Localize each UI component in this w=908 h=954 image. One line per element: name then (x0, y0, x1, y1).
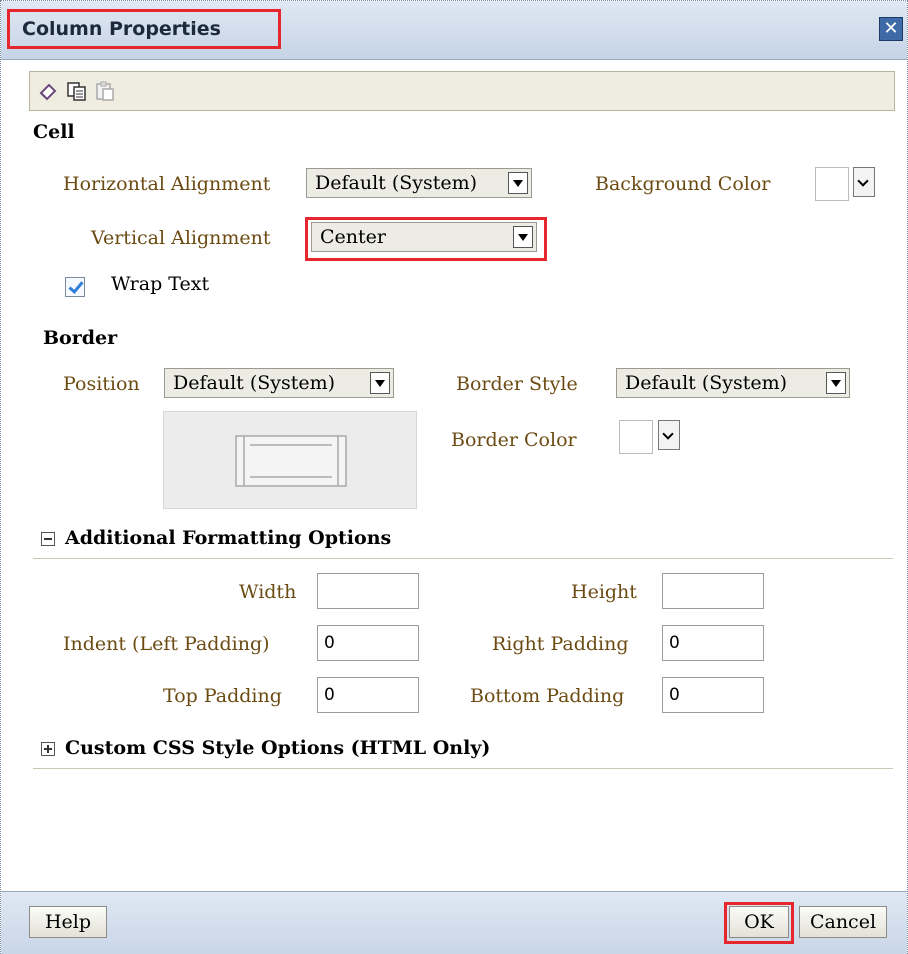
position-label: Position (63, 373, 140, 395)
horizontal-alignment-label: Horizontal Alignment (63, 173, 271, 195)
border-preview[interactable] (163, 411, 417, 509)
dialog-titlebar: Column Properties ✕ (1, 1, 907, 60)
close-icon[interactable]: ✕ (879, 17, 903, 41)
vertical-alignment-select[interactable]: Center (311, 222, 537, 252)
bottom-padding-label: Bottom Padding (470, 685, 625, 707)
dialog-footer: Help OK Cancel (1, 891, 907, 954)
column-properties-dialog: Column Properties ✕ Cell Horizontal Alig… (0, 0, 908, 954)
expand-icon[interactable] (41, 742, 55, 756)
wrap-text-label: Wrap Text (111, 273, 210, 295)
width-label: Width (239, 581, 297, 603)
background-color-dropdown[interactable] (853, 167, 875, 197)
vertical-alignment-value: Center (320, 226, 386, 248)
top-padding-label: Top Padding (163, 685, 282, 707)
additional-options-heading[interactable]: Additional Formatting Options (65, 527, 391, 549)
custom-css-heading[interactable]: Custom CSS Style Options (HTML Only) (65, 737, 490, 759)
right-padding-input[interactable]: 0 (662, 625, 764, 661)
border-style-value: Default (System) (625, 372, 788, 394)
border-heading: Border (43, 327, 118, 349)
chevron-down-icon (508, 172, 528, 194)
border-preview-graphic (235, 435, 347, 487)
wrap-text-checkbox[interactable] (65, 277, 85, 297)
chevron-down-icon (370, 372, 390, 394)
horizontal-alignment-value: Default (System) (315, 172, 478, 194)
chevron-down-icon (513, 226, 533, 248)
collapse-icon[interactable] (41, 532, 55, 546)
indent-label: Indent (Left Padding) (63, 633, 270, 655)
help-button[interactable]: Help (29, 906, 107, 938)
position-value: Default (System) (173, 372, 336, 394)
position-select[interactable]: Default (System) (164, 368, 394, 398)
height-input[interactable] (662, 573, 764, 609)
toolbar (29, 71, 895, 111)
border-color-dropdown[interactable] (658, 420, 680, 450)
ok-button[interactable]: OK (729, 906, 789, 938)
eraser-icon[interactable] (38, 80, 60, 102)
border-style-label: Border Style (456, 373, 578, 395)
paste-icon (96, 81, 114, 101)
divider (33, 558, 893, 559)
chevron-down-icon (826, 372, 846, 394)
vertical-alignment-label: Vertical Alignment (91, 227, 271, 249)
border-color-label: Border Color (451, 429, 577, 451)
bottom-padding-input[interactable]: 0 (662, 677, 764, 713)
height-label: Height (571, 581, 637, 603)
cancel-button[interactable]: Cancel (799, 906, 887, 938)
indent-input[interactable]: 0 (317, 625, 419, 661)
horizontal-alignment-select[interactable]: Default (System) (306, 168, 532, 198)
background-color-label: Background Color (595, 173, 771, 195)
background-color-swatch[interactable] (815, 167, 849, 201)
border-style-select[interactable]: Default (System) (616, 368, 850, 398)
right-padding-label: Right Padding (492, 633, 629, 655)
copy-icon[interactable] (66, 80, 88, 102)
width-input[interactable] (317, 573, 419, 609)
border-color-swatch[interactable] (619, 420, 653, 454)
dialog-title: Column Properties (7, 9, 281, 49)
divider (33, 768, 893, 769)
top-padding-input[interactable]: 0 (317, 677, 419, 713)
cell-heading: Cell (33, 121, 75, 143)
